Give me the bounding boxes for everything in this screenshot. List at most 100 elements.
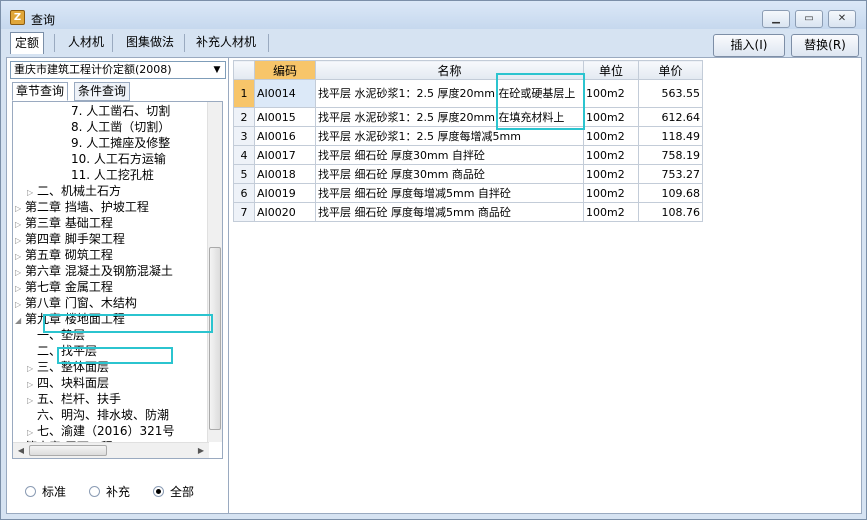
tab-labor-material-machine[interactable]: 人材机 bbox=[64, 32, 108, 54]
tree-item[interactable]: ▷ 第三章 基础工程 bbox=[15, 215, 113, 231]
unit-cell[interactable]: 100m2 bbox=[583, 107, 639, 127]
tree-item[interactable]: ▷ 四、块料面层 bbox=[27, 375, 109, 391]
row-number[interactable]: 7 bbox=[233, 202, 255, 222]
tree-vertical-scrollbar[interactable] bbox=[207, 102, 222, 442]
name-cell[interactable]: 找平层 细石砼 厚度每增减5mm 商品砼 bbox=[315, 202, 584, 222]
code-cell[interactable]: AI0020 bbox=[254, 202, 316, 222]
tab-condition-query[interactable]: 条件查询 bbox=[74, 82, 131, 101]
minimize-icon[interactable]: ▁ bbox=[762, 10, 790, 28]
price-cell[interactable]: 753.27 bbox=[638, 164, 703, 184]
tree-item[interactable]: ▷ 第七章 金属工程 bbox=[15, 279, 113, 295]
tree-item[interactable]: ▷ 第二章 挡墙、护坡工程 bbox=[15, 199, 149, 215]
expand-arrow-icon[interactable]: ◢ bbox=[15, 313, 25, 329]
name-cell[interactable]: 找平层 细石砼 厚度每增减5mm 自拌砼 bbox=[315, 183, 584, 203]
query-window: Z 查询 ▁ ▭ ✕ 定额 人材机 图集做法 补充人材机 插入(I) 替换(R)… bbox=[0, 0, 867, 520]
price-cell[interactable]: 563.55 bbox=[638, 79, 703, 108]
results-table[interactable]: 编码 名称 单位 单价 1 AI0014 找平层 水泥砂浆1：2.5 厚度20mm … bbox=[233, 60, 703, 222]
row-number[interactable]: 4 bbox=[233, 145, 255, 165]
unit-cell[interactable]: 100m2 bbox=[583, 79, 639, 108]
tab-chapter-query[interactable]: 章节查询 bbox=[12, 82, 69, 101]
scroll-left-icon[interactable]: ◀ bbox=[14, 444, 28, 458]
row-number[interactable]: 1 bbox=[233, 79, 255, 108]
code-cell[interactable]: AI0014 bbox=[254, 79, 316, 108]
app-logo-icon: Z bbox=[10, 10, 25, 25]
code-cell[interactable]: AI0019 bbox=[254, 183, 316, 203]
tree-item[interactable]: ▷ 五、栏杆、扶手 bbox=[27, 391, 121, 407]
table-row[interactable]: 4 AI0017 找平层 细石砼 厚度30mm 自拌砼 100m2 758.19 bbox=[233, 145, 703, 165]
radio-icon[interactable] bbox=[25, 486, 36, 497]
unit-cell[interactable]: 100m2 bbox=[583, 145, 639, 165]
highlight-box bbox=[496, 73, 585, 130]
column-header-price[interactable]: 单价 bbox=[638, 60, 703, 80]
quota-library-dropdown[interactable]: 重庆市建筑工程计价定额(2008) ▼ bbox=[10, 61, 226, 79]
table-row[interactable]: 7 AI0020 找平层 细石砼 厚度每增减5mm 商品砼 100m2 108.76 bbox=[233, 202, 703, 222]
column-header-unit[interactable]: 单位 bbox=[583, 60, 639, 80]
unit-cell[interactable]: 100m2 bbox=[583, 183, 639, 203]
tree-item[interactable]: ▷ 第四章 脚手架工程 bbox=[15, 231, 125, 247]
code-cell[interactable]: AI0018 bbox=[254, 164, 316, 184]
radio-label: 标准 bbox=[42, 485, 67, 499]
chevron-down-icon[interactable]: ▼ bbox=[211, 64, 223, 76]
tree-item[interactable]: ▷ 七、渝建（2016）321号 bbox=[27, 423, 174, 439]
tree-item[interactable]: ▷ 二、机械土石方 bbox=[27, 183, 121, 199]
scrollbar-thumb[interactable] bbox=[29, 445, 107, 456]
tree-item[interactable]: ▷ 第六章 混凝土及钢筋混凝土 bbox=[15, 263, 173, 279]
tree-item[interactable]: 7. 人工凿石、切割 bbox=[61, 103, 170, 119]
radio-label: 补充 bbox=[106, 485, 131, 499]
tree-item[interactable]: 六、明沟、排水坡、防潮 bbox=[27, 407, 169, 423]
quota-grid[interactable]: 编码 名称 单位 单价 1 AI0014 找平层 水泥砂浆1：2.5 厚度20mm … bbox=[233, 60, 859, 511]
name-cell[interactable]: 找平层 细石砼 厚度30mm 商品砼 bbox=[315, 164, 584, 184]
row-number[interactable]: 3 bbox=[233, 126, 255, 146]
unit-cell[interactable]: 100m2 bbox=[583, 126, 639, 146]
highlight-box bbox=[57, 347, 173, 364]
scrollbar-thumb[interactable] bbox=[209, 247, 221, 430]
radio-standard[interactable]: 标准 bbox=[25, 484, 66, 500]
table-row[interactable]: 2 AI0015 找平层 水泥砂浆1：2.5 厚度20mm 在填充材料上 100m2 6… bbox=[233, 107, 703, 127]
close-icon[interactable]: ✕ bbox=[828, 10, 856, 28]
tab-atlas-method[interactable]: 图集做法 bbox=[122, 32, 178, 54]
column-header-code[interactable]: 编码 bbox=[254, 60, 316, 80]
table-row[interactable]: 3 AI0016 找平层 水泥砂浆1：2.5 厚度每增减5mm 100m2 118.49 bbox=[233, 126, 703, 146]
tree-item-label: 第七章 金属工程 bbox=[25, 280, 113, 294]
chapter-tree[interactable]: 7. 人工凿石、切割 8. 人工凿（切割） 9. 人工摊座及修整 10. 人工石方运输… bbox=[12, 101, 223, 459]
tree-horizontal-scrollbar[interactable]: ◀ ▶ bbox=[13, 442, 209, 458]
insert-button[interactable]: 插入(I) bbox=[713, 34, 785, 57]
maximize-icon[interactable]: ▭ bbox=[795, 10, 823, 28]
price-cell[interactable]: 612.64 bbox=[638, 107, 703, 127]
scroll-right-icon[interactable]: ▶ bbox=[194, 444, 208, 458]
replace-button[interactable]: 替换(R) bbox=[791, 34, 859, 57]
table-row[interactable]: 5 AI0018 找平层 细石砼 厚度30mm 商品砼 100m2 753.27 bbox=[233, 164, 703, 184]
radio-supplement[interactable]: 补充 bbox=[89, 484, 130, 500]
price-cell[interactable]: 118.49 bbox=[638, 126, 703, 146]
tree-item[interactable]: 10. 人工石方运输 bbox=[61, 151, 166, 167]
code-cell[interactable]: AI0015 bbox=[254, 107, 316, 127]
unit-cell[interactable]: 100m2 bbox=[583, 164, 639, 184]
row-number[interactable]: 6 bbox=[233, 183, 255, 203]
tab-divider bbox=[184, 34, 185, 52]
tab-supplementary-lmm[interactable]: 补充人材机 bbox=[192, 32, 260, 54]
tree-item[interactable]: ▷ 第五章 砌筑工程 bbox=[15, 247, 113, 263]
name-cell[interactable]: 找平层 细石砼 厚度30mm 自拌砼 bbox=[315, 145, 584, 165]
tab-quota[interactable]: 定额 bbox=[10, 32, 45, 54]
tree-item-label: 第五章 砌筑工程 bbox=[25, 248, 113, 262]
radio-icon[interactable] bbox=[153, 486, 164, 497]
code-cell[interactable]: AI0016 bbox=[254, 126, 316, 146]
tree-item[interactable]: 8. 人工凿（切割） bbox=[61, 119, 170, 135]
tree-item[interactable]: 9. 人工摊座及修整 bbox=[61, 135, 170, 151]
radio-icon[interactable] bbox=[89, 486, 100, 497]
row-number[interactable]: 5 bbox=[233, 164, 255, 184]
tree-item[interactable]: ▷ 第八章 门窗、木结构 bbox=[15, 295, 137, 311]
table-row[interactable]: 1 AI0014 找平层 水泥砂浆1：2.5 厚度20mm 在砼或硬基层上 100m2… bbox=[233, 79, 703, 108]
price-cell[interactable]: 108.76 bbox=[638, 202, 703, 222]
price-cell[interactable]: 758.19 bbox=[638, 145, 703, 165]
radio-all[interactable]: 全部 bbox=[153, 484, 194, 500]
tree-item[interactable]: 11. 人工挖孔桩 bbox=[61, 167, 154, 183]
title-bar[interactable]: Z 查询 ▁ ▭ ✕ bbox=[1, 1, 866, 29]
price-cell[interactable]: 109.68 bbox=[638, 183, 703, 203]
row-number[interactable]: 2 bbox=[233, 107, 255, 127]
quota-library-value: 重庆市建筑工程计价定额(2008) bbox=[14, 63, 172, 76]
main-area: 重庆市建筑工程计价定额(2008) ▼ 章节查询 条件查询 7. 人工凿石、切割… bbox=[6, 57, 862, 514]
unit-cell[interactable]: 100m2 bbox=[583, 202, 639, 222]
table-row[interactable]: 6 AI0019 找平层 细石砼 厚度每增减5mm 自拌砼 100m2 109.68 bbox=[233, 183, 703, 203]
code-cell[interactable]: AI0017 bbox=[254, 145, 316, 165]
